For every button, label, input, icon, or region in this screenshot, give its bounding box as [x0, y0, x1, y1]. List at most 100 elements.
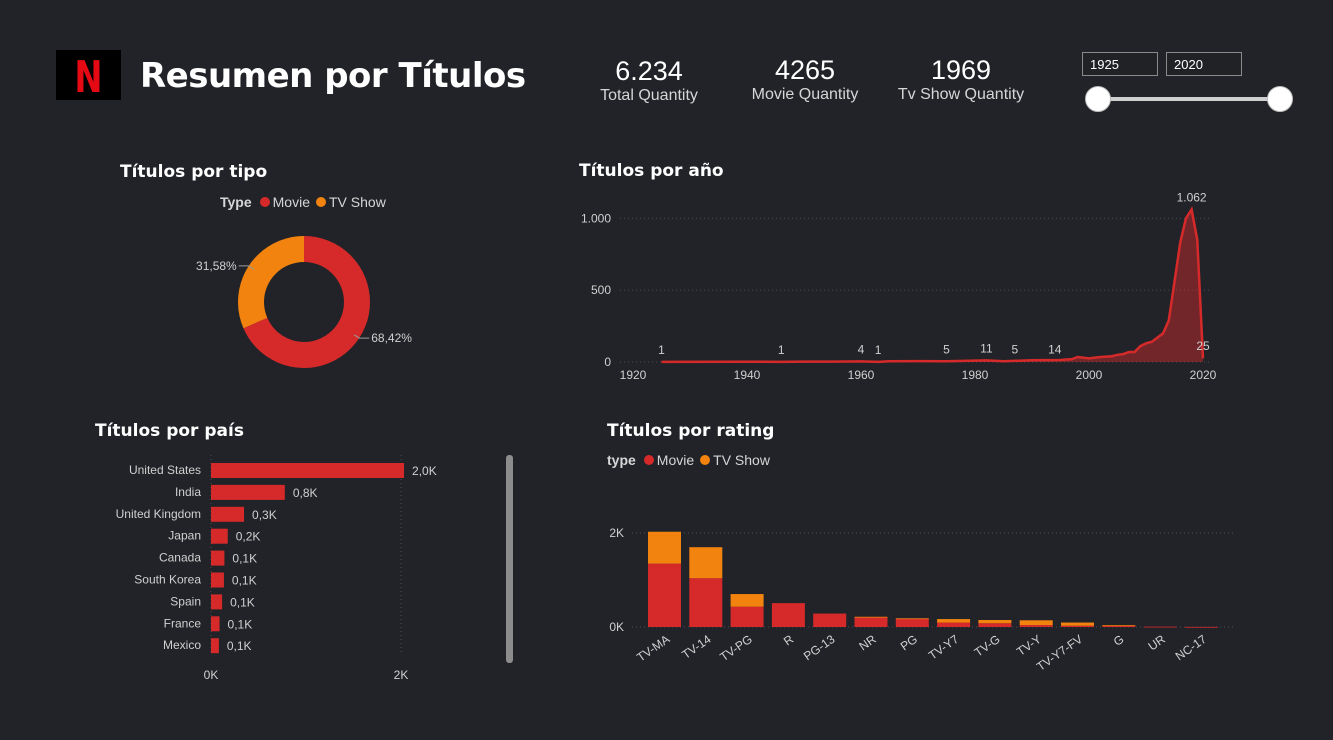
rating-bar-movie[interactable]: [771, 603, 805, 627]
kpi-total-value: 6.234: [615, 56, 683, 86]
area-data-label: 1: [658, 343, 665, 357]
country-category-label: South Korea: [134, 573, 201, 587]
year-slider-track[interactable]: [1098, 97, 1280, 101]
area-x-tick-label: 1940: [734, 368, 761, 382]
rating-legend-title: type: [607, 452, 636, 468]
kpi-movie-label: Movie Quantity: [751, 86, 859, 103]
rating-bar-movie[interactable]: [978, 623, 1012, 627]
area-x-tick-label: 1920: [620, 368, 647, 382]
rating-bar-movie[interactable]: [854, 617, 888, 627]
donut-data-label: 68,42%: [371, 331, 412, 345]
country-bar[interactable]: [211, 550, 225, 566]
country-bar[interactable]: [211, 463, 405, 478]
rating-bar-tv-show[interactable]: [648, 531, 681, 564]
area-fill: [661, 209, 1203, 362]
country-bar[interactable]: [211, 528, 228, 544]
rating-bar-tv-show[interactable]: [937, 619, 971, 623]
area-data-label: 1: [778, 343, 785, 357]
rating-bar-movie[interactable]: [648, 563, 681, 627]
rating-bar-movie[interactable]: [689, 578, 723, 627]
country-bar[interactable]: [211, 484, 285, 500]
rating-x-tick-label: TV-Y7-FV: [1034, 632, 1085, 674]
country-category-label: India: [175, 485, 201, 499]
country-data-label: 0,1K: [232, 574, 257, 588]
area-data-label: 5: [1012, 342, 1019, 356]
country-chart-title: Títulos por país: [95, 421, 244, 441]
kpi-movie-value: 4265: [774, 55, 836, 85]
area-x-tick-label: 2020: [1190, 368, 1217, 382]
rating-bar-tv-show[interactable]: [1102, 625, 1136, 627]
area-x-tick-label: 1960: [848, 368, 875, 382]
rating-bar-tv-show[interactable]: [1061, 622, 1094, 626]
rating-bar-movie[interactable]: [895, 618, 929, 627]
year-slider-start-handle[interactable]: [1085, 86, 1111, 112]
year-start-input[interactable]: 1925: [1082, 52, 1158, 76]
country-category-label: United States: [129, 463, 201, 477]
rating-x-tick-label: TV-Y: [1014, 632, 1044, 659]
country-bar[interactable]: [211, 506, 245, 522]
rating-stacked-bar-chart: 0K 2K TV-MA TV-14 TV-PG R PG-13 NR PG TV-Y7 TV-G TV…: [609, 526, 1235, 674]
country-data-label: 0,1K: [227, 639, 252, 653]
country-data-label: 0,1K: [232, 552, 257, 566]
rating-y-tick-label: 0K: [609, 620, 624, 634]
country-bar[interactable]: [211, 638, 219, 654]
country-category-label: Mexico: [163, 638, 201, 652]
country-x-tick-label: 0K: [204, 668, 219, 682]
kpi-tvshow-label: Tv Show Quantity: [897, 86, 1025, 103]
rating-x-tick-label: NC-17: [1173, 632, 1210, 664]
rating-x-tick-label: PG: [898, 632, 920, 653]
rating-bar-movie[interactable]: [937, 622, 971, 627]
rating-bar-tv-show[interactable]: [1019, 620, 1053, 626]
legend-tvshow-dot: [316, 197, 326, 207]
year-area-chart: 05001.0001920 1940 1960 1980 2000 20201 1 4 1 5 11…: [581, 190, 1217, 382]
country-bar[interactable]: [211, 616, 220, 632]
legend-tvshow-label: TV Show: [329, 194, 386, 210]
country-bar[interactable]: [211, 572, 224, 588]
rating-bar-movie[interactable]: [1019, 625, 1053, 627]
rating-bar-tv-show[interactable]: [895, 618, 929, 620]
netflix-logo: N: [56, 50, 121, 103]
page-title: Resumen por Títulos: [140, 56, 526, 96]
rating-bar-movie[interactable]: [813, 613, 847, 627]
legend-movie-label: Movie: [272, 194, 310, 210]
country-x-tick-label: 2K: [394, 668, 409, 682]
rating-bar-tv-show[interactable]: [978, 619, 1012, 624]
rating-bar-tv-show[interactable]: [689, 547, 723, 579]
country-bar-chart: United States 2,0K India 0,8K United Kingdom…: [116, 455, 437, 682]
country-data-label: 2,0K: [412, 464, 437, 478]
area-line-series[interactable]: [661, 206, 1205, 364]
kpi-total-label: Total Quantity: [600, 87, 698, 104]
country-chart-scrollbar[interactable]: [506, 455, 513, 663]
area-y-tick-label: 0: [604, 355, 611, 369]
legend-movie-dot: [259, 197, 270, 207]
rating-chart-title: Títulos por rating: [607, 421, 775, 441]
rating-bar-movie[interactable]: [1143, 626, 1177, 628]
kpi-tvshow-value: 1969: [930, 55, 992, 85]
area-data-label: 4: [858, 342, 865, 356]
area-x-tick-label: 1980: [962, 368, 989, 382]
year-slider-end-handle[interactable]: [1267, 86, 1293, 112]
rating-bar-tv-show[interactable]: [854, 616, 888, 618]
country-bar[interactable]: [211, 594, 223, 610]
country-category-label: Canada: [159, 551, 201, 565]
country-category-label: United Kingdom: [116, 507, 201, 521]
rating-x-tick-label: PG-13: [801, 632, 838, 664]
rating-bar-movie[interactable]: [1184, 626, 1218, 628]
rating-bar-movie[interactable]: [1061, 625, 1094, 627]
area-data-label: 25: [1196, 339, 1210, 353]
rating-bar-tv-show[interactable]: [730, 594, 764, 607]
rating-bar-movie[interactable]: [730, 606, 764, 627]
area-x-tick-label: 2000: [1076, 368, 1103, 382]
country-data-label: 0,3K: [252, 508, 277, 522]
rating-x-tick-label: TV-G: [972, 632, 1003, 660]
country-category-label: France: [164, 616, 202, 630]
rating-x-tick-label: R: [781, 632, 796, 649]
kpi-movie: 4265 Movie Quantity: [740, 55, 870, 104]
rating-x-tick-label: TV-Y7: [926, 632, 962, 663]
legend-movie-dot: [643, 455, 654, 465]
country-category-label: Spain: [170, 594, 201, 608]
country-data-label: 0,1K: [230, 595, 255, 609]
year-end-input[interactable]: 2020: [1166, 52, 1242, 76]
area-y-tick-label: 1.000: [581, 211, 611, 225]
area-data-label: 11: [980, 341, 993, 355]
